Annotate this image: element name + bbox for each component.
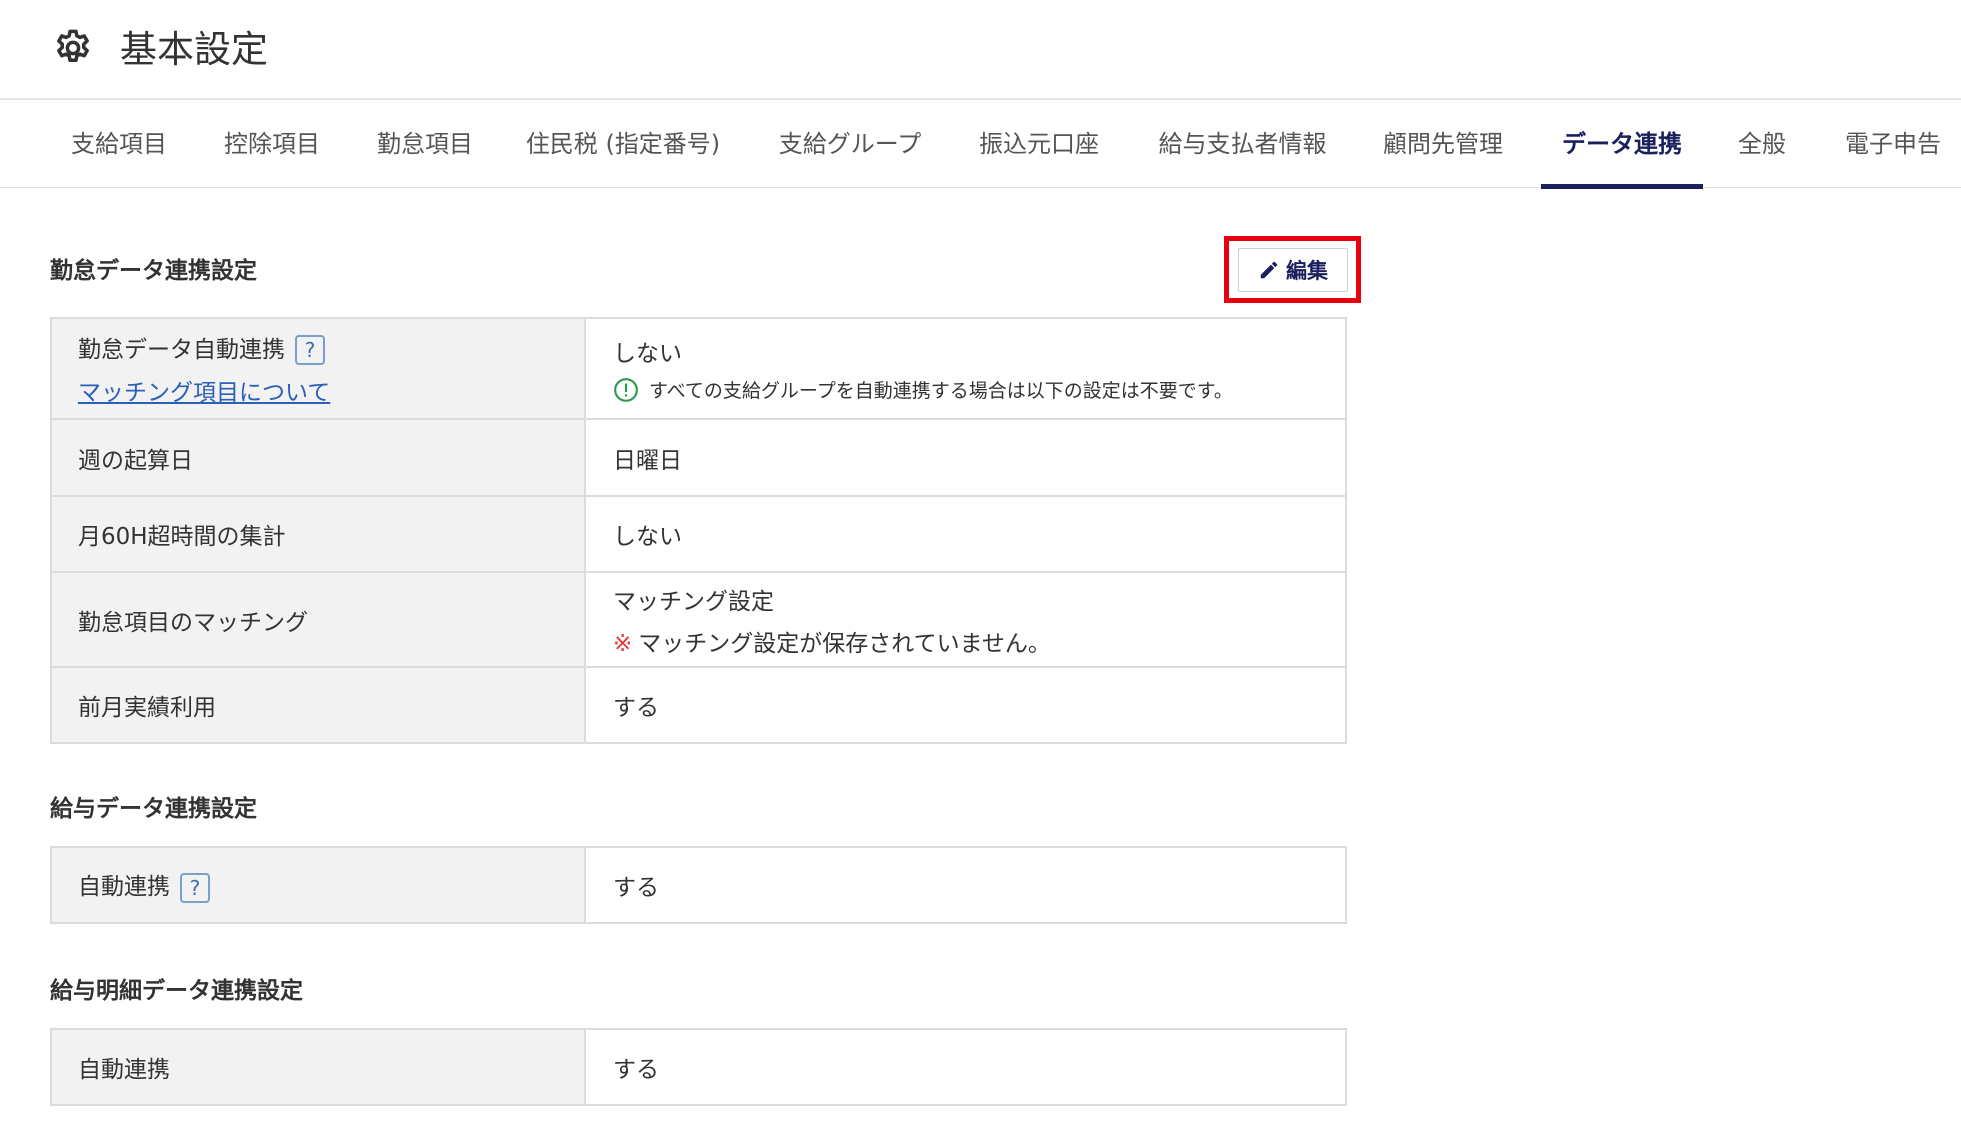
tab-e-filing[interactable]: 電子申告 — [1828, 100, 1958, 188]
settings-tabs: 支給項目 控除項目 勤怠項目 住民税 (指定番号) 支給グループ 振込元口座 給… — [0, 100, 1961, 189]
payroll-auto-value: する — [613, 875, 659, 901]
row-label: 自動連携? — [52, 848, 586, 922]
prev-month-label: 前月実績利用 — [52, 668, 586, 742]
payroll-settings-table: 自動連携? する — [50, 846, 1347, 924]
over60-value: しない — [613, 524, 682, 550]
week-start-label: 週の起算日 — [52, 420, 586, 495]
attendance-auto-value: しない — [613, 341, 682, 367]
tab-payment-items[interactable]: 支給項目 — [54, 100, 184, 188]
table-row: 勤怠データ自動連携? マッチング項目について しない すべての支給グループを自動… — [52, 319, 1345, 418]
page-title: 基本設定 — [120, 28, 268, 71]
attendance-settings-table: 勤怠データ自動連携? マッチング項目について しない すべての支給グループを自動… — [50, 317, 1347, 744]
matching-warning-text: マッチング設定が保存されていません。 — [638, 630, 1051, 657]
attendance-section-title: 勤怠データ連携設定 — [50, 258, 257, 284]
payroll-auto-label: 自動連携 — [78, 874, 170, 901]
week-start-value: 日曜日 — [613, 447, 682, 474]
help-icon[interactable]: ? — [295, 335, 325, 366]
matching-label: 勤怠項目のマッチング — [52, 573, 586, 666]
page-header: 基本設定 — [0, 0, 1961, 100]
tab-payment-group[interactable]: 支給グループ — [760, 100, 940, 188]
tab-general[interactable]: 全般 — [1727, 100, 1797, 188]
table-row: 勤怠項目のマッチング マッチング設定 ※ マッチング設定が保存されていません。 — [52, 571, 1345, 666]
tab-client-management[interactable]: 顧問先管理 — [1368, 100, 1518, 188]
tab-attendance-items[interactable]: 勤怠項目 — [360, 100, 490, 188]
payslip-settings-table: 自動連携 する — [50, 1028, 1347, 1106]
table-row: 前月実績利用 する — [52, 666, 1345, 742]
row-label: 勤怠データ自動連携? マッチング項目について — [52, 319, 586, 418]
auto-note-text: すべての支給グループを自動連携する場合は以下の設定は不要です。 — [649, 380, 1233, 402]
prev-month-value: する — [613, 695, 659, 721]
tab-payer-info[interactable]: 給与支払者情報 — [1140, 100, 1345, 188]
table-row: 週の起算日 日曜日 — [52, 418, 1345, 495]
warning-mark: ※ — [613, 630, 633, 657]
pencil-icon — [1260, 261, 1278, 279]
tab-data-integration[interactable]: データ連携 — [1541, 100, 1703, 189]
edit-button-label: 編集 — [1286, 259, 1328, 283]
payroll-section-title: 給与データ連携設定 — [50, 796, 257, 822]
table-row: 自動連携? する — [52, 848, 1345, 922]
payslip-section-title: 給与明細データ連携設定 — [50, 978, 303, 1004]
row-value: マッチング設定 ※ マッチング設定が保存されていません。 — [586, 573, 1345, 666]
gear-icon — [57, 29, 89, 62]
matching-value: マッチング設定 — [613, 588, 774, 615]
tab-resident-tax[interactable]: 住民税 (指定番号) — [513, 100, 733, 188]
tab-deduction-items[interactable]: 控除項目 — [207, 100, 337, 188]
row-value: しない すべての支給グループを自動連携する場合は以下の設定は不要です。 — [586, 319, 1345, 418]
help-icon[interactable]: ? — [180, 872, 210, 903]
matching-items-link[interactable]: マッチング項目について — [78, 373, 584, 407]
table-row: 自動連携 する — [52, 1030, 1345, 1104]
over60-label: 月60H超時間の集計 — [52, 497, 586, 571]
matching-warning: ※ マッチング設定が保存されていません。 — [613, 624, 1345, 658]
payslip-auto-label: 自動連携 — [52, 1030, 586, 1104]
edit-button[interactable]: 編集 — [1238, 248, 1348, 292]
table-row: 月60H超時間の集計 しない — [52, 495, 1345, 571]
info-circle-icon — [614, 377, 638, 402]
attendance-auto-label: 勤怠データ自動連携 — [78, 336, 285, 363]
auto-note: すべての支給グループを自動連携する場合は以下の設定は不要です。 — [613, 376, 1345, 403]
payslip-auto-value: する — [613, 1057, 659, 1083]
tab-transfer-account[interactable]: 振込元口座 — [964, 100, 1114, 188]
